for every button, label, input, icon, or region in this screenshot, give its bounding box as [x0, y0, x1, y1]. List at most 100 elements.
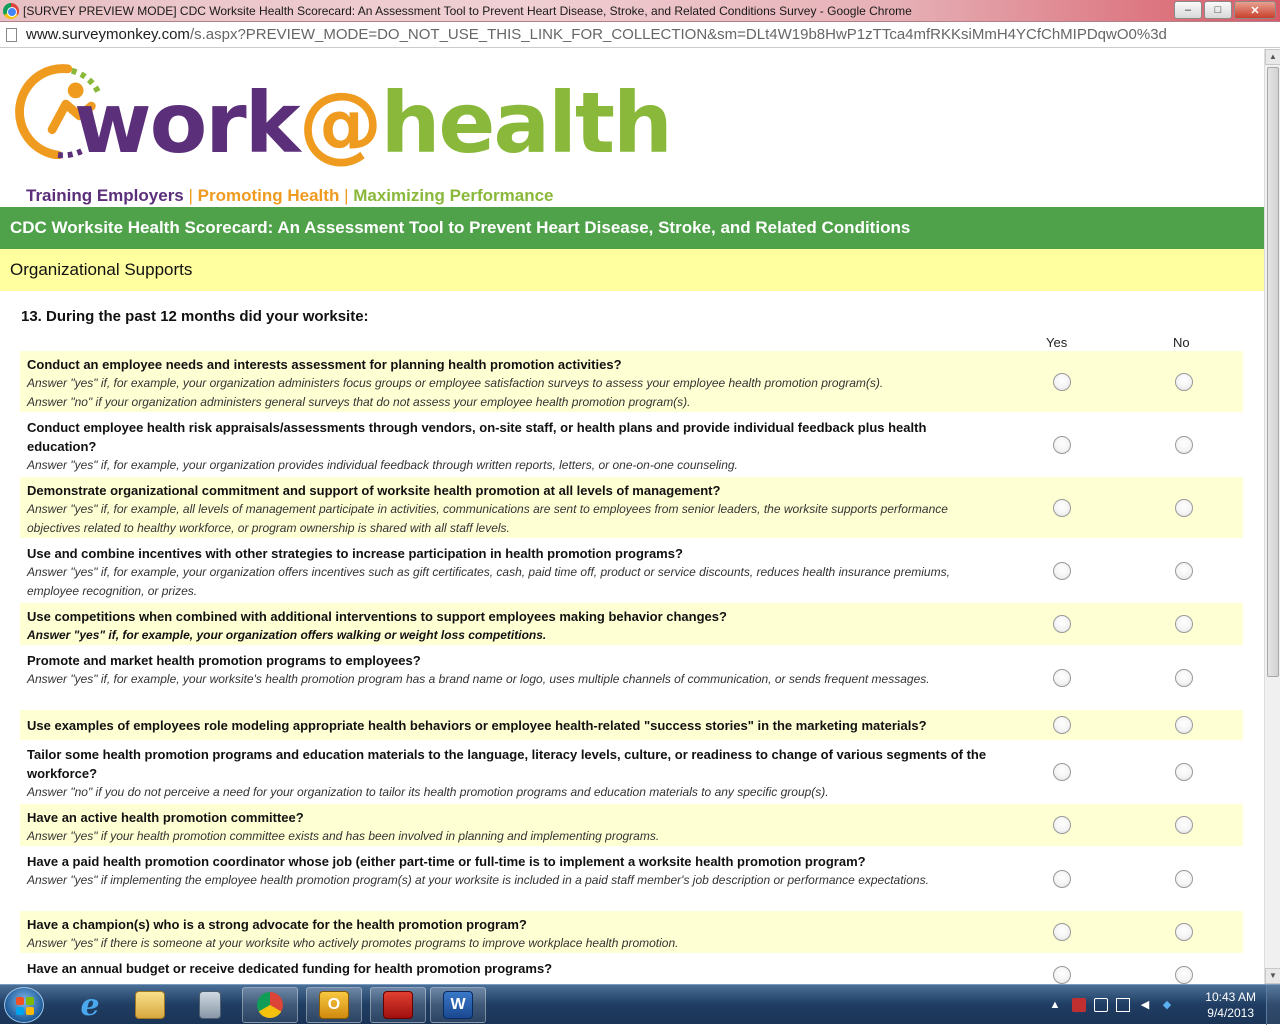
url-text[interactable]: www.surveymonkey.com/s.aspx?PREVIEW_MODE…: [26, 26, 1167, 43]
show-desktop-button[interactable]: [1266, 985, 1280, 1025]
row-guidance-note: Answer "yes" if, for example, your organ…: [27, 565, 950, 598]
row-text: Have an annual budget or receive dedicat…: [27, 959, 997, 978]
radio-no[interactable]: [1175, 562, 1193, 580]
matrix-row: Use competitions when combined with addi…: [20, 603, 1243, 645]
word-icon: W: [443, 991, 473, 1019]
radio-no[interactable]: [1175, 669, 1193, 687]
show-hidden-icons-icon[interactable]: ▲: [1048, 998, 1062, 1012]
taskbar-file-explorer[interactable]: [122, 987, 178, 1023]
radio-no[interactable]: [1175, 763, 1193, 781]
matrix-row: Tailor some health promotion programs an…: [20, 741, 1243, 802]
dropbox-icon[interactable]: ◆: [1160, 998, 1174, 1012]
radio-yes[interactable]: [1053, 499, 1071, 517]
page-content: work@health Training Employers | Promoti…: [0, 49, 1264, 984]
row-text: Promote and market health promotion prog…: [27, 651, 997, 689]
row-guidance-note: Answer "yes" if your health promotion co…: [27, 829, 660, 843]
scrollbar-thumb[interactable]: [1267, 67, 1279, 677]
row-statement: Demonstrate organizational commitment an…: [27, 483, 721, 498]
close-button[interactable]: ✕: [1234, 1, 1276, 19]
radio-yes[interactable]: [1053, 763, 1071, 781]
radio-yes[interactable]: [1053, 816, 1071, 834]
radio-yes[interactable]: [1053, 436, 1071, 454]
row-statement: Use competitions when combined with addi…: [27, 609, 727, 624]
matrix-row: Promote and market health promotion prog…: [20, 647, 1243, 708]
radio-no[interactable]: [1175, 373, 1193, 391]
row-statement: Have a champion(s) who is a strong advoc…: [27, 917, 527, 932]
row-statement: Conduct employee health risk appraisals/…: [27, 420, 927, 454]
page-icon: [6, 27, 17, 42]
row-guidance-note: Answer "yes" if, for example, all levels…: [27, 502, 948, 535]
radio-yes[interactable]: [1053, 716, 1071, 734]
matrix-row: Conduct employee health risk appraisals/…: [20, 414, 1243, 475]
radio-yes[interactable]: [1053, 373, 1071, 391]
radio-yes[interactable]: [1053, 966, 1071, 984]
clock-date: 9/4/2013: [1207, 1006, 1254, 1020]
vertical-scrollbar[interactable]: ▲ ▼: [1264, 49, 1280, 984]
window-controls: – □ ✕: [1174, 1, 1276, 19]
survey-title: CDC Worksite Health Scorecard: An Assess…: [0, 207, 1264, 249]
matrix-row: Have a champion(s) who is a strong advoc…: [20, 911, 1243, 953]
radio-no[interactable]: [1175, 499, 1193, 517]
question-title: 13. During the past 12 months did your w…: [21, 308, 369, 325]
row-text: Conduct employee health risk appraisals/…: [27, 418, 997, 475]
row-statement: Promote and market health promotion prog…: [27, 653, 421, 668]
row-text: Use and combine incentives with other st…: [27, 544, 997, 601]
row-text: Have a champion(s) who is a strong advoc…: [27, 915, 997, 953]
taskbar-acrobat[interactable]: [370, 987, 426, 1023]
row-text: Use examples of employees role modeling …: [27, 716, 997, 735]
url-path: /s.aspx?PREVIEW_MODE=DO_NOT_USE_THIS_LIN…: [189, 26, 1167, 43]
row-guidance-note: Answer "no" if your organization adminis…: [27, 395, 691, 409]
row-guidance-note: Answer "no" if you do not perceive a nee…: [27, 785, 829, 799]
radio-no[interactable]: [1175, 716, 1193, 734]
taskbar-chrome[interactable]: [242, 987, 298, 1023]
radio-yes[interactable]: [1053, 870, 1071, 888]
volume-icon[interactable]: ◀: [1138, 998, 1152, 1012]
radio-yes[interactable]: [1053, 615, 1071, 633]
address-bar[interactable]: www.surveymonkey.com/s.aspx?PREVIEW_MODE…: [0, 22, 1280, 48]
minimize-button[interactable]: –: [1174, 1, 1202, 19]
url-host: www.surveymonkey.com: [26, 26, 190, 43]
chrome-icon: [3, 2, 19, 19]
scroll-up-icon[interactable]: ▲: [1265, 49, 1280, 65]
logo-wordmark: work@health: [74, 74, 673, 172]
row-text: Demonstrate organizational commitment an…: [27, 481, 997, 538]
page-title: Organizational Supports: [0, 249, 1264, 291]
taskbar-internet-explorer[interactable]: e: [62, 987, 118, 1023]
radio-no[interactable]: [1175, 966, 1193, 984]
taskbar-calculator[interactable]: [182, 987, 238, 1023]
radio-no[interactable]: [1175, 870, 1193, 888]
folder-icon: [135, 991, 165, 1019]
radio-no[interactable]: [1175, 436, 1193, 454]
taskbar-outlook[interactable]: O: [306, 987, 362, 1023]
row-statement: Use and combine incentives with other st…: [27, 546, 683, 561]
row-statement: Conduct an employee needs and interests …: [27, 357, 622, 372]
start-button[interactable]: [4, 987, 44, 1023]
network-icon[interactable]: [1116, 998, 1130, 1012]
matrix-row: Have an annual budget or receive dedicat…: [20, 955, 1243, 984]
row-text: Have an active health promotion committe…: [27, 808, 997, 846]
row-guidance-note: Answer "yes" if implementing the employe…: [27, 873, 929, 887]
radio-no[interactable]: [1175, 615, 1193, 633]
maximize-button[interactable]: □: [1204, 1, 1232, 19]
window-title: [SURVEY PREVIEW MODE] CDC Worksite Healt…: [23, 3, 912, 18]
matrix-row: Use and combine incentives with other st…: [20, 540, 1243, 601]
clock-time: 10:43 AM: [1205, 990, 1256, 1004]
clock[interactable]: 10:43 AM 9/4/2013: [1205, 989, 1256, 1021]
action-center-icon[interactable]: [1072, 998, 1086, 1012]
matrix-row: Demonstrate organizational commitment an…: [20, 477, 1243, 538]
taskbar-word[interactable]: W: [430, 987, 486, 1023]
matrix-row: Have an active health promotion committe…: [20, 804, 1243, 846]
radio-no[interactable]: [1175, 816, 1193, 834]
scroll-down-icon[interactable]: ▼: [1265, 968, 1280, 984]
radio-no[interactable]: [1175, 923, 1193, 941]
system-tray: ▲ ◀ ◆ 10:43 AM 9/4/2013: [1040, 985, 1280, 1025]
row-statement: Use examples of employees role modeling …: [27, 718, 927, 733]
row-guidance-note: Answer "yes" if there is someone at your…: [27, 936, 679, 950]
row-statement: Tailor some health promotion programs an…: [27, 747, 987, 781]
device-icon[interactable]: [1094, 998, 1108, 1012]
radio-yes[interactable]: [1053, 923, 1071, 941]
internet-explorer-icon: e: [80, 987, 100, 1023]
row-text: Use competitions when combined with addi…: [27, 607, 997, 645]
radio-yes[interactable]: [1053, 562, 1071, 580]
radio-yes[interactable]: [1053, 669, 1071, 687]
